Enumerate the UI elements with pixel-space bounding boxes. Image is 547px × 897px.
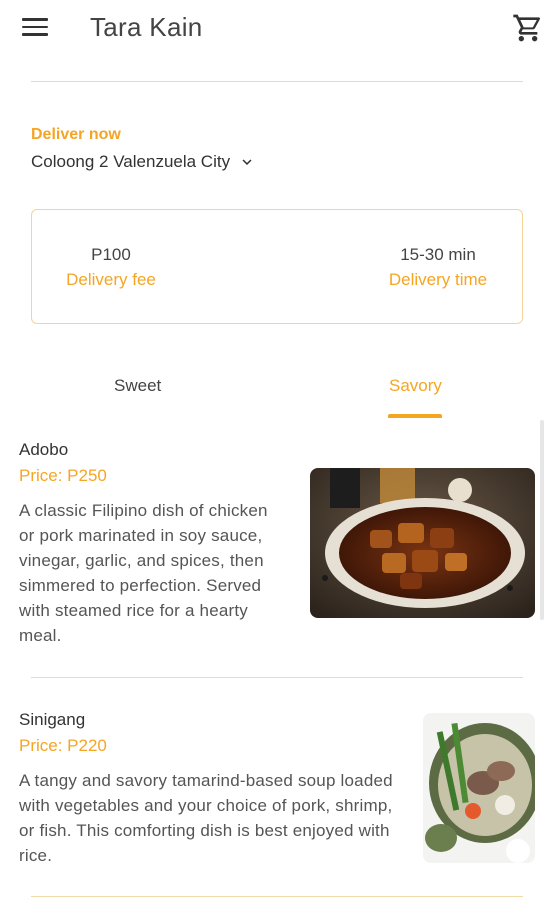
delivery-info-card: P100 Delivery fee 15-30 min Delivery tim… — [31, 209, 523, 324]
location-text: Coloong 2 Valenzuela City — [31, 152, 231, 171]
item-description: A classic Filipino dish of chicken or po… — [19, 501, 268, 645]
sinigang-image — [423, 713, 535, 863]
delivery-time-value: 15-30 min — [400, 245, 476, 264]
menu-item-sinigang[interactable]: Sinigang Price: P220 A tangy and savory … — [19, 710, 409, 868]
item-price: Price: P250 — [19, 466, 107, 485]
deliver-now-label: Deliver now — [31, 126, 121, 143]
menu-item-adobo[interactable]: Adobo Price: P250 A classic Filipino dis… — [19, 440, 287, 648]
delivery-fee: P100 Delivery fee — [64, 245, 158, 290]
menu-icon[interactable] — [22, 18, 48, 38]
active-tab-indicator — [388, 414, 442, 418]
chevron-down-icon — [242, 159, 252, 165]
delivery-fee-value: P100 — [91, 245, 131, 264]
adobo-image — [310, 468, 535, 618]
location-selector[interactable]: Coloong 2 Valenzuela City — [31, 152, 256, 172]
tab-sweet[interactable]: Sweet — [114, 376, 161, 396]
item-price: Price: P220 — [19, 736, 107, 755]
app-bar: Tara Kain — [0, 0, 547, 56]
item-divider — [31, 677, 523, 678]
category-tabs: Sweet Savory — [0, 366, 547, 418]
app-title: Tara Kain — [90, 12, 203, 42]
delivery-fee-label: Delivery fee — [66, 270, 156, 289]
header-divider — [31, 81, 523, 82]
cart-icon[interactable] — [512, 12, 544, 44]
delivery-time-label: Delivery time — [388, 270, 488, 289]
item-description: A tangy and savory tamarind-based soup l… — [19, 771, 393, 865]
tab-savory[interactable]: Savory — [389, 376, 442, 396]
delivery-time: 15-30 min Delivery time — [384, 245, 492, 290]
scrollbar[interactable] — [540, 420, 544, 620]
item-name: Adobo — [19, 440, 69, 459]
item-name: Sinigang — [19, 710, 86, 729]
